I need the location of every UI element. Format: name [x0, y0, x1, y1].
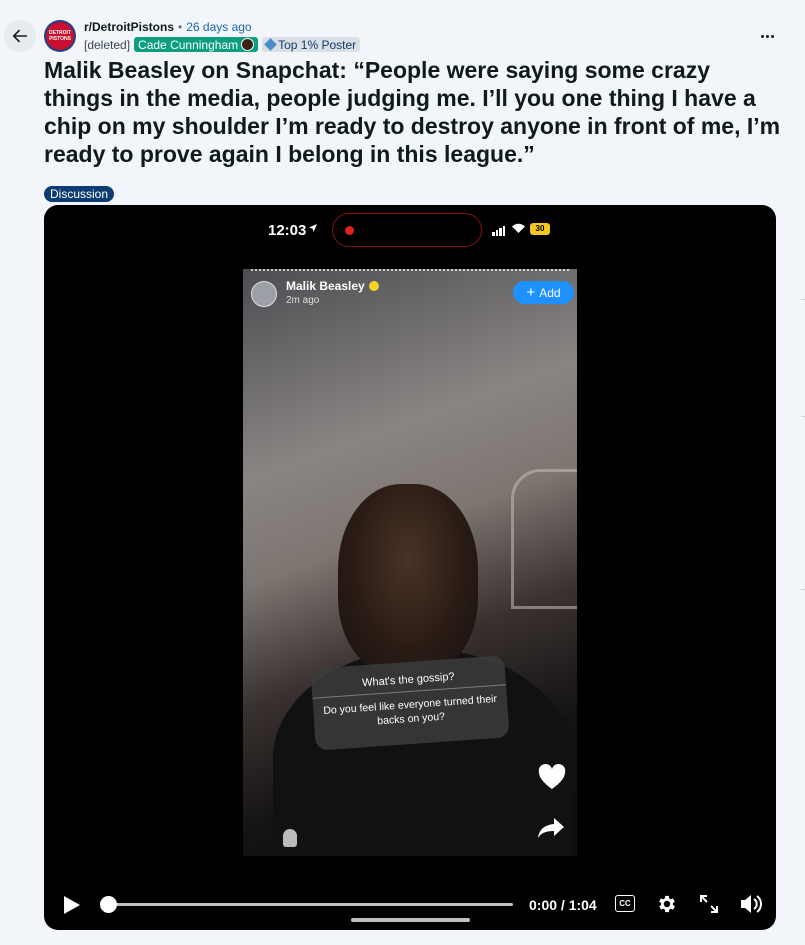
author-row: [deleted] Cade Cunningham Top 1% Poster — [84, 37, 361, 52]
background-window — [511, 469, 577, 609]
author-name: [deleted] — [84, 37, 131, 52]
post-meta: r/DetroitPistons • 26 days ago — [84, 20, 252, 34]
post-title: Malik Beasley on Snapchat: “People were … — [44, 57, 781, 167]
back-button[interactable] — [4, 20, 36, 52]
expand-icon[interactable] — [699, 894, 719, 914]
snap-avatar[interactable] — [251, 281, 277, 307]
more-options-button[interactable] — [753, 26, 781, 46]
snap-username: Malik Beasley — [286, 279, 379, 293]
divider — [801, 299, 805, 300]
wifi-icon — [512, 223, 525, 233]
timecode: 0:00 / 1:04 — [529, 897, 597, 913]
subreddit-link[interactable]: r/DetroitPistons — [84, 20, 174, 34]
seek-handle[interactable] — [100, 896, 117, 913]
post-flair-tag[interactable]: Discussion — [44, 186, 115, 202]
arrow-left-icon — [12, 29, 28, 43]
plus-icon: + — [526, 283, 536, 301]
person-head — [338, 484, 478, 674]
share-arrow-icon — [538, 818, 564, 838]
play-icon[interactable] — [60, 894, 82, 916]
snap-username-label: Malik Beasley — [286, 279, 365, 293]
story-progress — [251, 269, 569, 271]
top-poster-label: Top 1% Poster — [278, 37, 357, 52]
location-arrow-icon — [309, 224, 317, 232]
signal-icon — [492, 226, 505, 236]
phone-status-bar: 12:03 30 — [44, 205, 776, 255]
meta-separator: • — [178, 20, 183, 34]
subreddit-logo: DETROIT PISTONS — [46, 22, 74, 50]
post-age: 26 days ago — [186, 20, 252, 34]
battery-icon: 30 — [530, 223, 550, 235]
snapchat-ghost-icon — [283, 829, 297, 847]
home-indicator — [351, 918, 470, 922]
phone-clock: 12:03 — [268, 222, 307, 239]
snap-age: 2m ago — [286, 295, 320, 306]
heart-icon — [538, 764, 566, 789]
divider — [801, 589, 805, 590]
diamond-icon — [264, 38, 277, 51]
top-poster-badge: Top 1% Poster — [262, 37, 361, 52]
subreddit-avatar[interactable]: DETROIT PISTONS — [44, 20, 76, 52]
captions-button[interactable]: CC — [615, 895, 635, 912]
verified-star-icon — [368, 281, 379, 291]
snap-add-label: Add — [539, 285, 561, 300]
user-flair: Cade Cunningham — [134, 37, 259, 52]
seek-bar[interactable] — [100, 896, 513, 913]
player-face-icon — [241, 38, 255, 51]
video-player[interactable]: 12:03 30 Malik Beasley 2m ago + Add What… — [44, 205, 776, 930]
snap-add-button[interactable]: + Add — [513, 281, 574, 304]
ellipsis-icon — [760, 34, 764, 38]
snapchat-story: Malik Beasley 2m ago + Add What's the go… — [243, 269, 577, 856]
divider — [801, 416, 805, 417]
dynamic-island — [332, 213, 482, 247]
question-sticker: What's the gossip? Do you feel like ever… — [310, 655, 510, 751]
gear-icon[interactable] — [656, 893, 678, 915]
volume-icon[interactable] — [739, 893, 763, 915]
user-flair-label: Cade Cunningham — [138, 37, 239, 52]
recording-dot-icon — [345, 226, 354, 235]
